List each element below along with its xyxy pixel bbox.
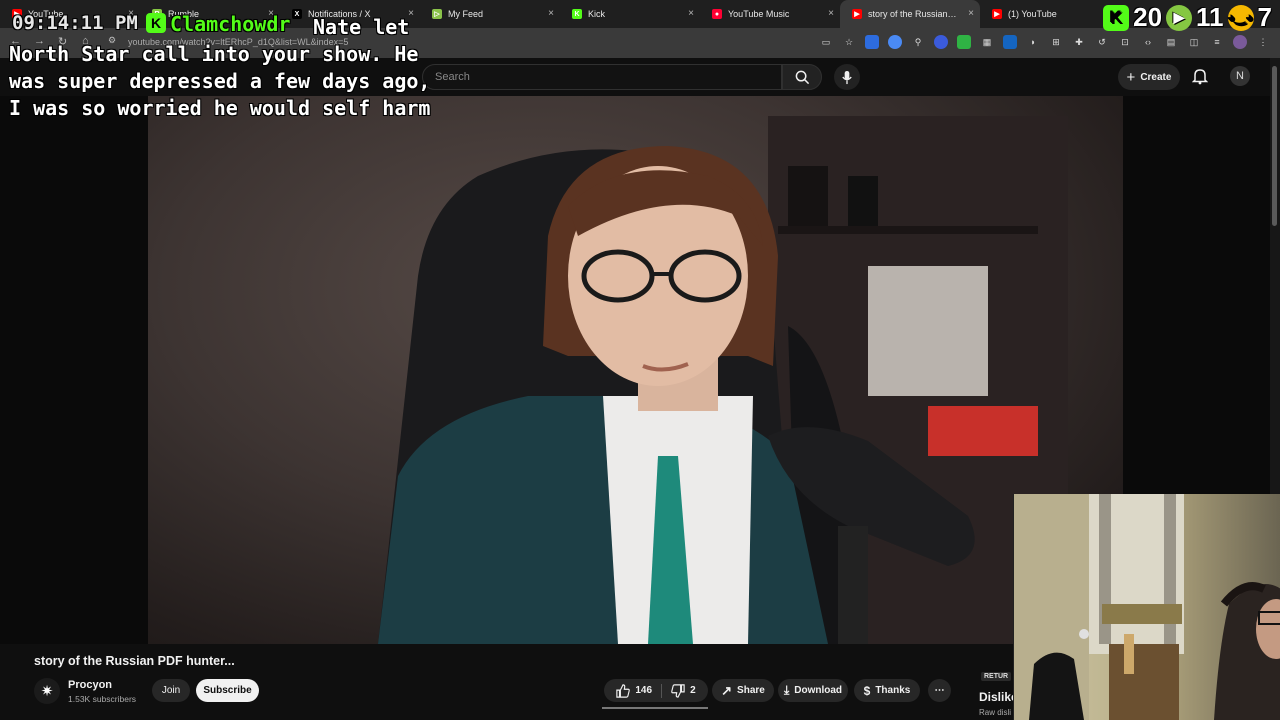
create-button[interactable]: + Create [1118, 64, 1180, 90]
media-icon[interactable]: ≡ [1210, 35, 1224, 49]
browser-tab[interactable]: ● YouTube Music × [700, 0, 840, 28]
like-dislike-group: 146 2 [604, 679, 708, 702]
download-icon: ⤓ [783, 683, 790, 697]
kick-logo-icon: K [146, 13, 166, 33]
menu-icon[interactable]: ⋮ [1256, 35, 1270, 49]
thumbs-up-icon [616, 683, 631, 698]
search-input[interactable]: Search [422, 64, 782, 90]
reader-icon[interactable]: ▤ [1164, 35, 1178, 49]
tab-title: YouTube Music [728, 9, 790, 19]
tab-favicon-icon: ▶ [992, 9, 1002, 19]
viewer-face-icon: ◕‿◕ [1227, 4, 1254, 31]
share-label: Share [737, 685, 765, 696]
browser-tab[interactable]: ▶(1) YouTube× [980, 0, 1120, 28]
notifications-bell-icon[interactable] [1192, 67, 1208, 85]
download-button[interactable]: ⤓ Download [778, 679, 848, 702]
like-ratio-bar [602, 707, 708, 709]
video-letterbox-left [0, 96, 148, 644]
voice-search-button[interactable] [834, 64, 860, 90]
dislike-button[interactable]: 2 [671, 683, 696, 698]
video-title: story of the Russian PDF hunter... [34, 654, 235, 668]
video-frame-illustration [378, 116, 1068, 644]
divider [661, 683, 663, 698]
extension-icon[interactable]: ⊞ [1049, 35, 1063, 49]
recommended-subtitle: Raw disli [979, 708, 1012, 717]
tab-favicon-icon: ● [712, 9, 722, 19]
extension-icon[interactable] [865, 35, 879, 49]
browser-tab[interactable]: ▶ story of the Russian PDF × [840, 0, 980, 28]
extension-icon[interactable]: ◗ [1026, 35, 1040, 49]
profile-icon[interactable] [1233, 35, 1247, 49]
thumbs-down-icon [671, 683, 685, 698]
extension-icon[interactable] [1003, 35, 1017, 49]
kick-viewer-count: 20 [1133, 2, 1163, 32]
recommended-title: Dislike [979, 690, 1018, 704]
puzzle-icon[interactable]: ✚ [1072, 35, 1086, 49]
channel-avatar[interactable]: ✷ [34, 678, 60, 704]
video-badge: RETUR [981, 672, 1012, 681]
tab-close-icon[interactable]: × [968, 8, 974, 19]
tab-favicon-icon: K [572, 9, 582, 19]
screenshot-icon[interactable]: ⊡ [1118, 35, 1132, 49]
subscriber-count: 1.53K subscribers [68, 694, 137, 704]
join-button[interactable]: Join [152, 679, 190, 702]
rumble-viewer-count: 11 [1196, 2, 1224, 32]
subscribe-button[interactable]: Subscribe [196, 679, 259, 702]
plus-icon: + [1126, 68, 1136, 86]
extension-icon[interactable] [934, 35, 948, 49]
like-count: 146 [635, 685, 653, 696]
create-label: Create [1140, 71, 1172, 83]
thanks-button[interactable]: $ Thanks [854, 679, 920, 702]
tab-favicon-icon: ▶ [852, 9, 862, 19]
search-button[interactable] [782, 64, 822, 90]
history-icon[interactable]: ↺ [1095, 35, 1109, 49]
extension-icon[interactable]: ⚲ [911, 35, 925, 49]
thanks-icon: $ [863, 683, 871, 698]
tab-title: My Feed [448, 9, 484, 19]
cast-icon[interactable]: ▭ [819, 35, 833, 49]
extension-icon[interactable] [888, 35, 902, 49]
extension-icon[interactable] [957, 35, 971, 49]
scrollbar-thumb[interactable] [1272, 66, 1277, 226]
sidebar-icon[interactable]: ◫ [1187, 35, 1201, 49]
account-avatar[interactable]: N [1230, 66, 1250, 86]
dislike-count: 2 [690, 685, 696, 696]
bookmark-star-icon[interactable]: ☆ [842, 35, 856, 49]
download-label: Download [794, 685, 843, 696]
tab-close-icon[interactable]: × [688, 8, 694, 19]
channel-name[interactable]: Procyon [68, 679, 112, 691]
microphone-icon [842, 70, 852, 84]
chat-overlay-username: Clamchowdr [170, 12, 291, 36]
share-button[interactable]: ↗ Share [712, 679, 774, 702]
other-viewer-count: 7 [1257, 2, 1272, 32]
like-button[interactable]: 146 [616, 683, 653, 698]
more-actions-button[interactable]: ⋯ [928, 679, 951, 702]
thanks-label: Thanks [875, 685, 911, 696]
search-icon [795, 70, 809, 84]
star-icon: ✷ [40, 683, 54, 700]
screen: ▶YouTube×RRumble×XNotifications / X×▷My … [0, 0, 1280, 720]
webcam-overlay [1013, 494, 1280, 720]
webcam-feed [1014, 494, 1280, 720]
tab-title: story of the Russian PDF [868, 9, 958, 19]
more-icon: ⋯ [934, 685, 945, 696]
rumble-logo-icon: ▶ [1166, 4, 1193, 31]
viewer-counters: K 20 ▶ 11 ◕‿◕ 7 [1103, 2, 1272, 33]
extensions-row: ▭ ☆ ⚲ ▦ ◗ ⊞ ✚ ↺ ⊡ ‹› ▤ ◫ ≡ ⋮ [819, 35, 1270, 49]
tab-title: (1) YouTube [1008, 9, 1057, 19]
tab-close-icon[interactable]: × [548, 8, 554, 19]
devtools-icon[interactable]: ‹› [1141, 35, 1155, 49]
tab-close-icon[interactable]: × [828, 8, 834, 19]
overlay-clock: 09:14:11 PM [12, 12, 138, 34]
browser-tab[interactable]: K Kick × [560, 0, 700, 28]
tab-title: Kick [588, 9, 606, 19]
video-frame [148, 96, 1123, 644]
extension-icon[interactable]: ▦ [980, 35, 994, 49]
kick-logo-icon: K [1103, 4, 1130, 31]
share-icon: ↗ [721, 682, 733, 698]
